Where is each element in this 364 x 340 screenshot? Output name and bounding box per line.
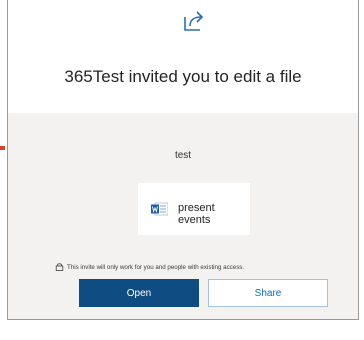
word-file-icon [151, 202, 168, 216]
invite-body: test present events This invite will onl… [8, 113, 358, 319]
edge-marker [0, 146, 5, 150]
invite-title: 365Test invited you to edit a file [64, 67, 302, 86]
lock-icon [55, 263, 64, 271]
open-button[interactable]: Open [79, 279, 199, 307]
share-button[interactable]: Share [208, 279, 328, 307]
access-notice: This invite will only work for you and p… [55, 262, 244, 271]
invite-card: 365Test invited you to edit a file test … [7, 0, 359, 320]
invite-message: test [174, 150, 192, 161]
access-notice-text: This invite will only work for you and p… [67, 264, 245, 271]
share-arrow-icon [184, 11, 204, 31]
invite-header: 365Test invited you to edit a file [8, 0, 358, 110]
file-name: present events [178, 202, 215, 226]
file-card[interactable]: present events [138, 183, 250, 235]
